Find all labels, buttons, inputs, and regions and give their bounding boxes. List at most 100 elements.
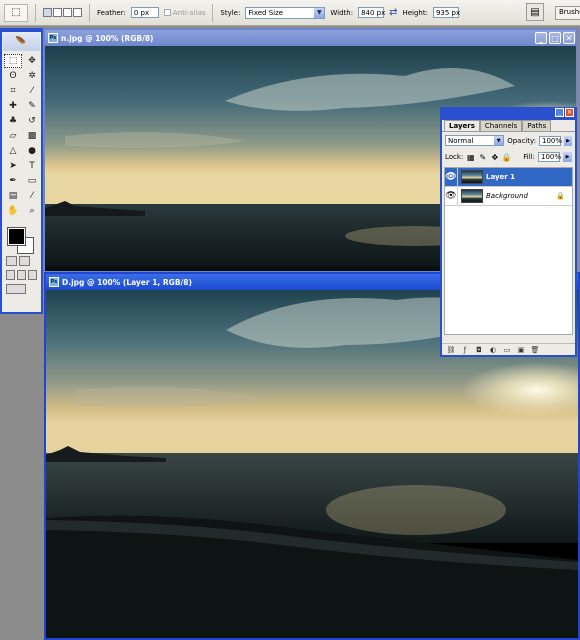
feather-input[interactable]: 0 px	[130, 7, 159, 18]
palette-titlebar[interactable]: _ ✕	[442, 108, 575, 120]
screen-mode-standard-icon[interactable]	[6, 270, 15, 280]
quickmask-row	[2, 254, 41, 268]
style-select[interactable]: Fixed Size ▼	[245, 6, 326, 19]
tab-channels[interactable]: Channels	[479, 120, 523, 131]
chevron-down-icon[interactable]: ▼	[314, 7, 325, 18]
layer-name: Background	[486, 192, 528, 200]
lock-pixels-icon[interactable]: ✎	[478, 153, 487, 162]
subtract-selection-button[interactable]	[63, 8, 72, 17]
layer-row-layer-1[interactable]: 👁 Layer 1	[445, 167, 572, 187]
palette-well-icon[interactable]: ▤	[526, 3, 544, 21]
healing-brush-icon[interactable]: ✚	[4, 99, 22, 113]
opacity-input[interactable]: 100%	[538, 135, 562, 146]
rect-marquee-icon[interactable]: ⬚	[4, 3, 28, 22]
type-tool-icon[interactable]: T	[23, 159, 41, 173]
move-tool-icon[interactable]: ✥	[23, 54, 41, 68]
close-button[interactable]: ✕	[565, 108, 574, 117]
lock-icon: 🔒	[556, 192, 565, 200]
separator	[212, 3, 214, 22]
blur-tool-icon[interactable]: △	[4, 144, 22, 158]
chevron-down-icon[interactable]: ▼	[494, 136, 504, 145]
dodge-tool-icon[interactable]: ●	[23, 144, 41, 158]
new-selection-button[interactable]	[43, 8, 52, 17]
lock-transparency-icon[interactable]: ▦	[466, 153, 475, 162]
eye-icon[interactable]: 👁	[445, 167, 458, 187]
blend-row: Normal ▼ Opacity: 100% ▶	[442, 132, 575, 149]
history-brush-icon[interactable]: ↺	[23, 114, 41, 128]
link-layers-icon[interactable]: ⛓	[446, 345, 456, 354]
minimize-button[interactable]: _	[555, 108, 564, 117]
brushes-tab[interactable]: Brushes	[555, 6, 580, 20]
antialias-checkbox[interactable]: Anti-alias	[163, 8, 206, 17]
antialias-label: Anti-alias	[172, 8, 206, 17]
swap-arrows-icon[interactable]: ⇄	[389, 7, 397, 18]
eye-icon[interactable]: 👁	[445, 186, 458, 206]
imageready-row	[2, 282, 41, 296]
shape-tool-icon[interactable]: ▭	[23, 174, 41, 188]
document-titlebar[interactable]: Ps n.jpg @ 100% (RGB/8) _ □ ✕	[45, 30, 576, 46]
blend-mode-value: Normal	[448, 136, 474, 145]
lasso-tool-icon[interactable]: ʘ	[4, 69, 22, 83]
layer-thumbnail	[461, 189, 483, 203]
close-button[interactable]: ✕	[563, 32, 575, 44]
style-value: Fixed Size	[248, 8, 284, 17]
slice-tool-icon[interactable]: ⁄	[23, 84, 41, 98]
pen-tool-icon[interactable]: ✒	[4, 174, 22, 188]
minimize-button[interactable]: _	[535, 32, 547, 44]
eraser-tool-icon[interactable]: ▱	[4, 129, 22, 143]
layer-style-icon[interactable]: ƒ	[460, 345, 470, 354]
layer-thumbnail	[461, 170, 483, 184]
layer-row-background[interactable]: 👁 Background 🔒	[445, 186, 572, 206]
new-layer-icon[interactable]: ▣	[516, 345, 526, 354]
palette-window-buttons: _ ✕	[555, 108, 574, 117]
opacity-label: Opacity:	[507, 136, 536, 145]
checkbox-box[interactable]	[163, 9, 171, 16]
palette-footer: ⛓ ƒ ◘ ◐ ▭ ▣ 🗑	[442, 343, 575, 355]
document-title: n.jpg @ 100% (RGB/8)	[61, 33, 154, 43]
quickmask-mode-icon[interactable]	[19, 256, 30, 266]
lock-all-icon[interactable]: 🔒	[502, 153, 512, 162]
tab-paths[interactable]: Paths	[522, 120, 552, 131]
document-icon: Ps	[49, 277, 59, 287]
add-selection-button[interactable]	[53, 8, 62, 17]
magic-wand-icon[interactable]: ✲	[23, 69, 41, 83]
path-select-icon[interactable]: ➤	[4, 159, 22, 173]
fill-slider-icon[interactable]: ▶	[563, 152, 572, 162]
gradient-tool-icon[interactable]: ▩	[23, 129, 41, 143]
brush-tool-icon[interactable]: ✎	[23, 99, 41, 113]
screen-mode-full-menu-icon[interactable]	[17, 270, 26, 280]
options-bar: ⬚ Feather: 0 px Anti-alias Style: Fixed …	[0, 0, 580, 26]
window-buttons: _ □ ✕	[535, 32, 576, 44]
opacity-slider-icon[interactable]: ▶	[563, 135, 572, 146]
screen-mode-full-icon[interactable]	[28, 270, 37, 280]
hand-tool-icon[interactable]: ✋	[4, 204, 22, 218]
document-title: D.jpg @ 100% (Layer 1, RGB/8)	[62, 277, 192, 287]
photoshop-feather-icon[interactable]: 🪶	[3, 33, 40, 51]
crop-tool-icon[interactable]: ⌗	[4, 84, 22, 98]
selection-modes	[43, 8, 82, 17]
foreground-color-swatch[interactable]	[7, 227, 26, 246]
tools-grid: ⬚ ✥ ʘ ✲ ⌗ ⁄ ✚ ✎ ♣ ↺ ▱ ▩ △ ● ➤ T ✒ ▭ ▤ ⁄ …	[2, 52, 41, 220]
notes-tool-icon[interactable]: ▤	[4, 189, 22, 203]
toolbox: 🪶 ⬚ ✥ ʘ ✲ ⌗ ⁄ ✚ ✎ ♣ ↺ ▱ ▩ △ ● ➤ T ✒ ▭ ▤ …	[0, 28, 43, 314]
delete-layer-icon[interactable]: 🗑	[530, 345, 540, 354]
adjustment-layer-icon[interactable]: ◐	[488, 345, 498, 354]
maximize-button[interactable]: □	[549, 32, 561, 44]
rect-marquee-icon[interactable]: ⬚	[4, 54, 22, 68]
lock-position-icon[interactable]: ✥	[490, 153, 499, 162]
new-group-icon[interactable]: ▭	[502, 345, 512, 354]
zoom-tool-icon[interactable]: ⌕	[23, 204, 41, 218]
fill-input[interactable]: 100%	[538, 152, 561, 162]
height-input[interactable]: 935 px	[432, 7, 460, 18]
blend-mode-select[interactable]: Normal ▼	[445, 135, 505, 146]
intersect-selection-button[interactable]	[73, 8, 82, 17]
jump-to-imageready-icon[interactable]	[6, 284, 26, 294]
clone-stamp-icon[interactable]: ♣	[4, 114, 22, 128]
document-icon: Ps	[48, 33, 58, 43]
layer-mask-icon[interactable]: ◘	[474, 345, 484, 354]
tab-layers[interactable]: Layers	[444, 120, 480, 131]
width-input[interactable]: 840 px	[358, 7, 385, 18]
eyedropper-icon[interactable]: ⁄	[23, 189, 41, 203]
standard-mode-icon[interactable]	[6, 256, 17, 266]
separator	[89, 3, 90, 22]
